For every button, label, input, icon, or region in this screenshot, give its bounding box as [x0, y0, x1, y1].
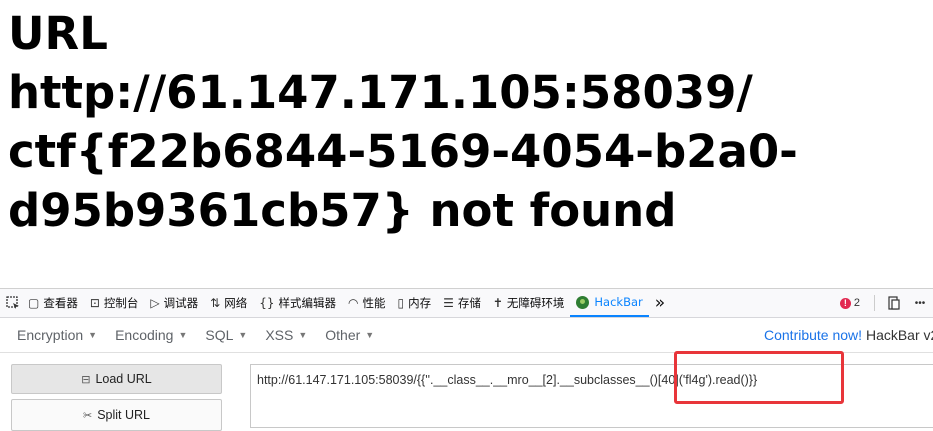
console-icon: ⊡: [89, 296, 100, 310]
storage-icon: ☰: [443, 296, 454, 310]
scissors-icon: ✂: [82, 409, 93, 422]
tab-label: 查看器: [43, 296, 78, 310]
tab-network[interactable]: ⇅ 网络: [204, 289, 253, 317]
caret-down-icon: ▼: [365, 330, 375, 340]
menu-sql[interactable]: SQL ▼: [205, 327, 247, 343]
hackbar-toolbar: Encryption ▼ Encoding ▼ SQL ▼ XSS ▼ Othe…: [0, 318, 933, 353]
menu-other[interactable]: Other ▼: [325, 327, 374, 343]
tab-label: 网络: [224, 296, 248, 310]
error-count: 2: [853, 297, 860, 309]
version-label: HackBar v2: [862, 327, 933, 343]
chevron-double-right-icon: »: [654, 293, 666, 313]
debugger-icon: ▷: [150, 296, 160, 310]
accessibility-icon: ✝: [492, 296, 503, 310]
network-icon: ⇅: [210, 296, 221, 310]
page-content: URL http://61.147.171.105:58039/ ctf{f22…: [0, 0, 933, 288]
error-count-badge[interactable]: ! 2: [839, 297, 860, 309]
toolbar-divider: [874, 295, 875, 311]
inspector-icon: ▢: [28, 296, 40, 310]
tab-accessibility[interactable]: ✝ 无障碍环境: [487, 289, 571, 317]
heading-line: d95b9361cb57} not found: [8, 184, 677, 237]
caret-down-icon: ▼: [238, 330, 248, 340]
devtools-right-tools: ! 2 •••: [839, 289, 933, 317]
tab-label: 调试器: [163, 296, 199, 310]
menu-label: Encoding: [115, 327, 174, 343]
caret-down-icon: ▼: [298, 330, 308, 340]
menu-label: XSS: [265, 327, 294, 343]
heading-line: http://61.147.171.105:58039/: [8, 66, 753, 119]
tab-memory[interactable]: ▯ 内存: [391, 289, 437, 317]
split-url-button[interactable]: ✂ Split URL: [11, 399, 222, 431]
tab-hackbar[interactable]: HackBar: [570, 289, 649, 317]
menu-xss[interactable]: XSS ▼: [265, 327, 307, 343]
tab-performance[interactable]: ◠ 性能: [342, 289, 391, 317]
tab-label: 控制台: [103, 296, 139, 310]
tab-label: 性能: [362, 296, 386, 310]
more-options-icon[interactable]: •••: [907, 294, 933, 312]
more-tabs-button[interactable]: »: [649, 289, 671, 317]
dock-toggle-icon[interactable]: [885, 294, 903, 312]
menu-label: Encryption: [17, 327, 84, 343]
menu-encoding[interactable]: Encoding ▼: [115, 327, 187, 343]
tab-label: HackBar: [594, 295, 643, 309]
style-editor-icon: {}: [259, 296, 275, 310]
element-picker-icon[interactable]: [4, 294, 22, 312]
error-icon: !: [839, 297, 851, 309]
tab-label: 存储: [457, 296, 481, 310]
heading-line: URL: [8, 7, 108, 60]
annotation-highlight-box: [674, 351, 844, 404]
button-label: Split URL: [97, 408, 150, 422]
caret-down-icon: ▼: [88, 330, 98, 340]
memory-icon: ▯: [397, 296, 405, 310]
hackbar-icon: [576, 295, 590, 309]
performance-icon: ◠: [347, 296, 359, 310]
menu-label: SQL: [205, 327, 234, 343]
tab-debugger[interactable]: ▷ 调试器: [144, 289, 204, 317]
caret-down-icon: ▼: [178, 330, 188, 340]
load-url-button[interactable]: ⊟ Load URL: [11, 364, 222, 394]
contribute-text: Contribute now! HackBar v2: [764, 327, 933, 343]
menu-label: Other: [325, 327, 361, 343]
tab-style-editor[interactable]: {} 样式编辑器: [253, 289, 342, 317]
tab-label: 内存: [408, 296, 432, 310]
load-url-icon: ⊟: [81, 373, 91, 386]
tab-console[interactable]: ⊡ 控制台: [84, 289, 145, 317]
menu-encryption[interactable]: Encryption ▼: [17, 327, 97, 343]
tab-inspector[interactable]: ▢ 查看器: [22, 289, 84, 317]
tab-label: 样式编辑器: [278, 296, 336, 310]
button-label: Load URL: [95, 372, 152, 386]
heading-line: ctf{f22b6844-5169-4054-b2a0-: [8, 125, 798, 178]
tab-storage[interactable]: ☰ 存储: [437, 289, 487, 317]
page-heading: URL http://61.147.171.105:58039/ ctf{f22…: [8, 4, 928, 240]
tab-label: 无障碍环境: [506, 296, 565, 310]
contribute-link[interactable]: Contribute now!: [764, 327, 862, 343]
devtools-tab-bar: ▢ 查看器 ⊡ 控制台 ▷ 调试器 ⇅ 网络 {} 样式编辑器 ◠ 性能 ▯ 内…: [0, 289, 933, 318]
